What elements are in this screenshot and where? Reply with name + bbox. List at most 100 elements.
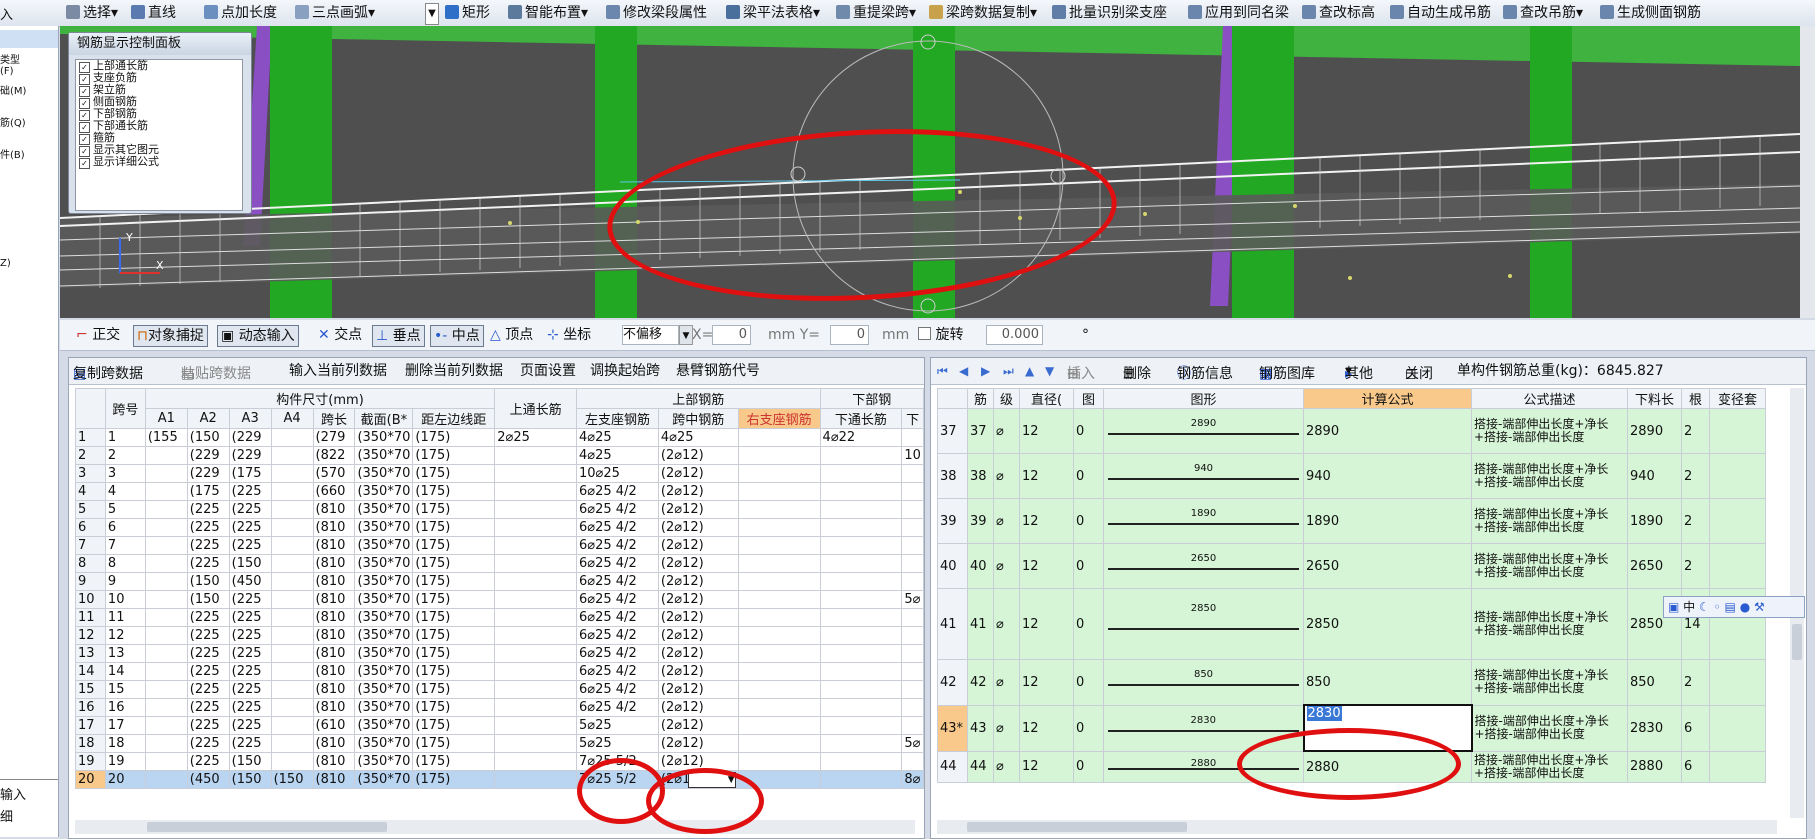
table-cell[interactable]: (822	[312, 446, 356, 465]
table-cell[interactable]	[494, 482, 578, 501]
table-cell[interactable]	[270, 590, 314, 609]
table-cell[interactable]: 14	[104, 662, 146, 681]
table-row[interactable]: 3 3 (229 (175 (570 (350*70 (175) 10⌀25 (2⌀12)	[75, 464, 924, 483]
table-row[interactable]: 14 14 (225 (225 (810 (350*70 (175) 6⌀25 4/2 (2⌀1…	[75, 662, 924, 681]
table-cell[interactable]: (810	[312, 698, 356, 717]
table-cell[interactable]: (225	[228, 626, 272, 645]
table-row[interactable]: 9 9 (150 (450 (810 (350*70 (175) 6⌀25 4/2 (2⌀12)	[75, 572, 924, 591]
strip-item[interactable]: 类型	[0, 51, 20, 66]
cell-dia[interactable]: 12	[1019, 750, 1074, 783]
table-cell[interactable]	[494, 518, 578, 537]
table-cell[interactable]: 20	[104, 770, 146, 789]
table-cell[interactable]: (2⌀12)	[657, 734, 739, 753]
table-cell[interactable]: 6⌀25 4/2	[576, 608, 659, 627]
other-menu-button[interactable]: ▸ 其他 ▾	[1345, 361, 1373, 382]
table-cell[interactable]	[144, 590, 188, 609]
cell-dia[interactable]: 12	[1019, 543, 1074, 589]
cell-shape[interactable]: 2890	[1103, 408, 1304, 454]
table-cell[interactable]: (225	[186, 734, 230, 753]
snap-perpendicular[interactable]: ⊥ 垂点	[372, 325, 425, 347]
input-column-button[interactable]: 输入当前列数据	[289, 361, 387, 381]
table-cell[interactable]	[494, 662, 578, 681]
cell-fig[interactable]: 0	[1073, 498, 1104, 544]
formula-input[interactable]: 2830	[1306, 707, 1342, 721]
table-cell[interactable]: (810	[312, 608, 356, 627]
detail-hscrollbar[interactable]	[937, 820, 1777, 834]
table-cell[interactable]: (175	[186, 482, 230, 501]
table-cell[interactable]	[737, 572, 821, 591]
table-cell[interactable]	[819, 500, 903, 519]
table-cell[interactable]: (350*70	[354, 626, 414, 645]
copy-span-data-button[interactable]: 梁跨数据复制▾	[929, 3, 1037, 23]
strip-item[interactable]: (F)	[0, 66, 14, 77]
strip-item[interactable]: 入	[0, 4, 13, 23]
col-shape[interactable]: 图形	[1103, 388, 1304, 409]
cell-count[interactable]: 2	[1681, 453, 1710, 499]
col-left-support[interactable]: 左支座钢筋	[576, 408, 659, 429]
table-row[interactable]: 8 8 (225 (150 (810 (350*70 (175) 6⌀25 4/2 (2⌀12)	[75, 554, 924, 573]
table-cell[interactable]: (350*70	[354, 536, 414, 555]
table-cell[interactable]	[819, 590, 903, 609]
table-cell[interactable]: (350*70	[354, 698, 414, 717]
table-cell[interactable]: (225	[186, 536, 230, 555]
table-cell[interactable]: 4⌀25	[576, 446, 659, 465]
side-rebar-button[interactable]: 生成侧面钢筋	[1600, 3, 1701, 23]
table-cell[interactable]	[737, 428, 821, 447]
table-cell[interactable]	[494, 446, 578, 465]
table-cell[interactable]: 6⌀25 4/2	[576, 518, 659, 537]
offset-mode-select[interactable]: 不偏移 ▼	[622, 325, 693, 345]
col-count[interactable]: 根	[1681, 388, 1710, 409]
table-cell[interactable]: (810	[312, 554, 356, 573]
table-cell[interactable]: (175)	[412, 500, 496, 519]
table-cell[interactable]: 17	[104, 716, 146, 735]
table-cell[interactable]	[901, 572, 924, 591]
table-cell[interactable]: (810	[312, 590, 356, 609]
table-cell[interactable]	[144, 644, 188, 663]
table-cell[interactable]: (810	[312, 680, 356, 699]
table-cell[interactable]: (225	[228, 662, 272, 681]
table-cell[interactable]	[901, 752, 924, 771]
table-cell[interactable]	[737, 734, 821, 753]
table-cell[interactable]: 12	[104, 626, 146, 645]
col-figure-no[interactable]: 图	[1073, 388, 1104, 409]
table-cell[interactable]: 6⌀25 4/2	[576, 536, 659, 555]
snap-intersection[interactable]: ✕ 交点	[318, 325, 362, 345]
cell-formula[interactable]: 2650	[1303, 543, 1472, 589]
table-cell[interactable]	[144, 608, 188, 627]
cell-no[interactable]: 43	[967, 704, 994, 752]
table-cell[interactable]: 2	[104, 446, 146, 465]
cell-dia[interactable]: 12	[1019, 453, 1074, 499]
table-cell[interactable]	[144, 734, 188, 753]
table-cell[interactable]: 15	[104, 680, 146, 699]
table-cell[interactable]	[819, 662, 903, 681]
table-cell[interactable]: (350*70	[354, 446, 414, 465]
table-cell[interactable]	[270, 554, 314, 573]
table-cell[interactable]: 4	[104, 482, 146, 501]
table-cell[interactable]: (350*70	[354, 770, 414, 789]
table-cell[interactable]: (150	[228, 554, 272, 573]
table-cell[interactable]	[144, 536, 188, 555]
col-a3[interactable]: A3	[228, 408, 272, 429]
table-cell[interactable]: (175)	[412, 446, 496, 465]
table-cell[interactable]: (2⌀12)	[657, 464, 739, 483]
table-cell[interactable]	[737, 554, 821, 573]
col-span-length[interactable]: 跨长	[312, 408, 356, 429]
table-cell[interactable]	[270, 428, 314, 447]
table-cell[interactable]	[737, 716, 821, 735]
table-cell[interactable]	[901, 500, 924, 519]
col-span-no[interactable]: 跨号	[104, 388, 146, 429]
cell-len[interactable]: 1890	[1627, 498, 1682, 544]
cell-len[interactable]: 2890	[1627, 408, 1682, 454]
table-cell[interactable]: (810	[312, 770, 356, 789]
table-row[interactable]: 1 1 (155 (150 (229 (279 (350*70 (175) 2⌀25 4⌀25 4⌀…	[75, 428, 924, 447]
col-bottom-extra[interactable]: 下	[901, 408, 924, 429]
strip-detail-tab[interactable]: 细	[0, 806, 13, 825]
table-cell[interactable]: 19	[104, 752, 146, 771]
table-cell[interactable]	[737, 698, 821, 717]
table-cell[interactable]	[901, 644, 924, 663]
table-cell[interactable]	[270, 464, 314, 483]
snap-midpoint[interactable]: •- 中点	[430, 325, 484, 347]
smart-layout-tool[interactable]: 智能布置▾	[508, 3, 588, 23]
table-cell[interactable]: (2⌀12)	[657, 500, 739, 519]
table-cell[interactable]: (150	[228, 752, 272, 771]
